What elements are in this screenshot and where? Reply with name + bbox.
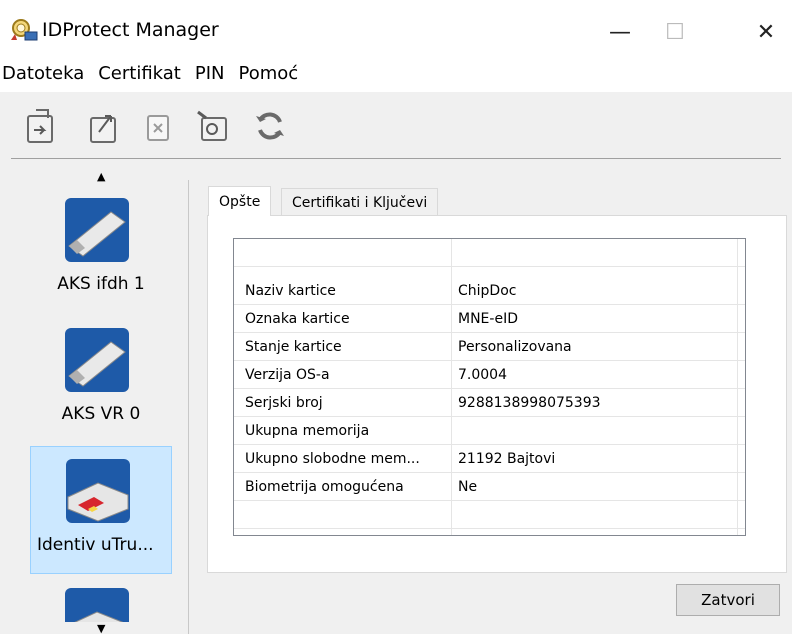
toolbar (0, 92, 792, 162)
window-title: IDProtect Manager (42, 19, 219, 41)
properties-list[interactable]: Naziv kartice ChipDoc Oznaka kartice MNE… (233, 238, 746, 536)
close-window-button[interactable]: ✕ (738, 12, 792, 52)
property-value: 21192 Bajtovi (458, 451, 556, 467)
property-value: 7.0004 (458, 367, 507, 383)
card-reader-icon (65, 588, 129, 622)
property-name: Stanje kartice (245, 339, 342, 355)
menu-bar: Datoteka Certifikat PIN Pomoć (0, 58, 792, 88)
delete-icon[interactable] (140, 106, 180, 146)
property-name: Naziv kartice (245, 283, 336, 299)
menu-pin[interactable]: PIN (191, 63, 229, 84)
refresh-icon[interactable] (250, 106, 290, 146)
usb-token-icon (65, 198, 129, 262)
property-value: ChipDoc (458, 283, 517, 299)
sidebar-divider (188, 180, 189, 634)
tab-opste[interactable]: Opšte (208, 186, 272, 216)
import-icon[interactable] (22, 106, 62, 146)
zatvori-button[interactable]: Zatvori (676, 584, 780, 616)
reader-label: AKS VR 0 (61, 404, 141, 424)
view-certificate-icon[interactable] (194, 106, 234, 146)
reader-item[interactable]: AKS VR 0 (30, 316, 172, 444)
reader-label: Identiv uTru... (37, 535, 154, 555)
menu-certifikat[interactable]: Certifikat (94, 63, 185, 84)
reader-label: AKS ifdh 1 (57, 274, 145, 294)
property-value: Ne (458, 479, 478, 495)
scroll-down-arrow-icon[interactable]: ▼ (97, 622, 105, 634)
tab-certifikati-i-kljucevi[interactable]: Certifikati i Ključevi (281, 188, 439, 216)
property-name: Ukupna memorija (245, 423, 370, 439)
toolbar-separator (11, 158, 781, 159)
table-row[interactable]: Ukupna memorija (234, 417, 745, 445)
table-row[interactable]: Stanje kartice Personalizovana (234, 333, 745, 361)
table-row[interactable]: Ukupno slobodne mem... 21192 Bajtovi (234, 445, 745, 473)
property-name: Oznaka kartice (245, 311, 350, 327)
table-row[interactable]: Oznaka kartice MNE-eID (234, 305, 745, 333)
card-reader-icon (66, 459, 130, 523)
export-icon[interactable] (85, 106, 125, 146)
property-value: 9288138998075393 (458, 395, 601, 411)
table-row[interactable]: Verzija OS-a 7.0004 (234, 361, 745, 389)
reader-item-selected[interactable]: Identiv uTru... (30, 446, 172, 574)
table-row (234, 501, 745, 529)
reader-item[interactable] (30, 576, 172, 622)
maximize-button[interactable]: ☐ (647, 12, 703, 52)
property-value: MNE-eID (458, 311, 518, 327)
property-name: Verzija OS-a (245, 367, 330, 383)
usb-token-icon (65, 328, 129, 392)
app-icon (11, 19, 38, 41)
reader-item[interactable]: AKS ifdh 1 (30, 186, 172, 314)
property-name: Biometrija omogućena (245, 479, 404, 495)
table-row[interactable]: Naziv kartice ChipDoc (234, 277, 745, 305)
property-name: Serjski broj (245, 395, 323, 411)
scroll-up-arrow-icon[interactable]: ▲ (97, 170, 105, 183)
property-value: Personalizovana (458, 339, 572, 355)
menu-pomoc[interactable]: Pomoć (235, 63, 303, 84)
minimize-button[interactable]: — (592, 12, 648, 52)
menu-datoteka[interactable]: Datoteka (0, 63, 88, 84)
table-row[interactable]: Serjski broj 9288138998075393 (234, 389, 745, 417)
table-row[interactable]: Biometrija omogućena Ne (234, 473, 745, 501)
title-bar: IDProtect Manager — ☐ ✕ (0, 0, 792, 56)
table-row (234, 239, 745, 267)
property-name: Ukupno slobodne mem... (245, 451, 420, 467)
